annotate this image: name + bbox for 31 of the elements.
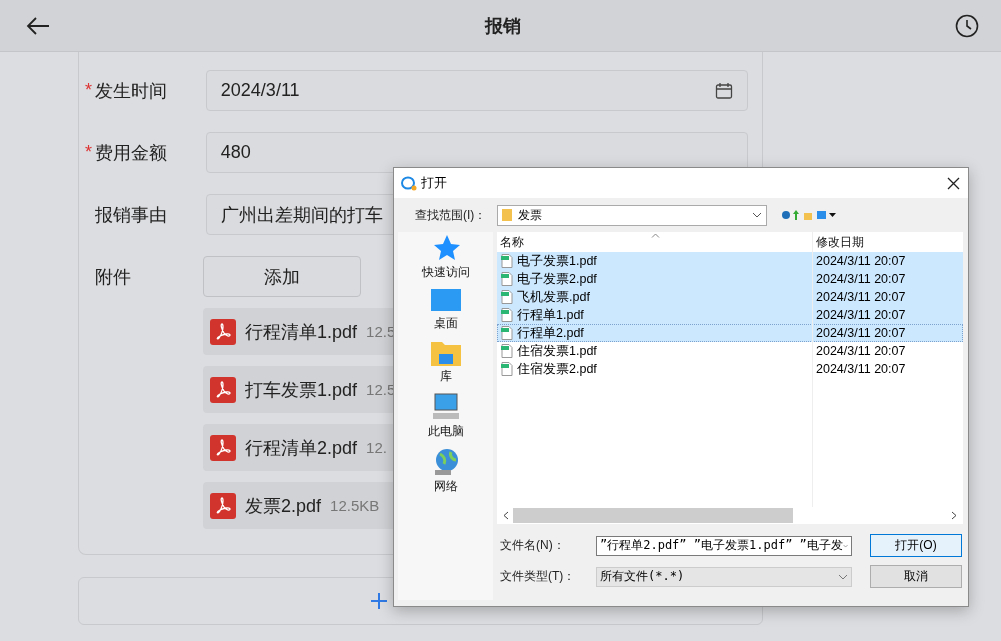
file-name: 打车发票1.pdf	[245, 378, 358, 402]
file-name: 行程清单1.pdf	[245, 320, 358, 344]
file-date: 2024/3/11 20:07	[815, 254, 906, 268]
look-in-label: 查找范围(I)：	[415, 206, 488, 224]
file-name: 电子发票2.pdf	[517, 270, 597, 288]
dialog-title: 打开	[421, 174, 447, 192]
filename-label: 文件名(N)：	[500, 537, 566, 554]
required-mark: *	[85, 80, 93, 101]
file-name: 住宿发票2.pdf	[517, 360, 597, 378]
file-size: 12.5KB	[330, 497, 380, 514]
file-date: 2024/3/11 20:07	[815, 308, 906, 322]
filetype-label: 文件类型(T)：	[500, 568, 577, 585]
field-label: 费用金额	[95, 141, 167, 165]
file-size: 12.	[366, 439, 387, 456]
file-date: 2024/3/11 20:07	[815, 272, 906, 286]
file-name: 住宿发票1.pdf	[517, 342, 597, 360]
file-date: 2024/3/11 20:07	[815, 326, 906, 340]
file-name: 行程单1.pdf	[517, 306, 584, 324]
file-date: 2024/3/11 20:07	[815, 290, 906, 304]
file-name: 行程清单2.pdf	[245, 436, 358, 460]
required-mark: *	[85, 142, 93, 163]
field-label: 发生时间	[95, 79, 167, 103]
file-name: 电子发票1.pdf	[517, 252, 597, 270]
file-name: 飞机发票.pdf	[517, 288, 590, 306]
file-name: 行程单2.pdf	[517, 324, 584, 342]
file-name: 发票2.pdf	[245, 494, 322, 518]
page-title: 报销	[484, 14, 521, 38]
file-date: 2024/3/11 20:07	[815, 344, 906, 358]
file-date: 2024/3/11 20:07	[815, 362, 906, 376]
field-label: 附件	[94, 265, 132, 289]
field-label: 报销事由	[95, 203, 167, 227]
